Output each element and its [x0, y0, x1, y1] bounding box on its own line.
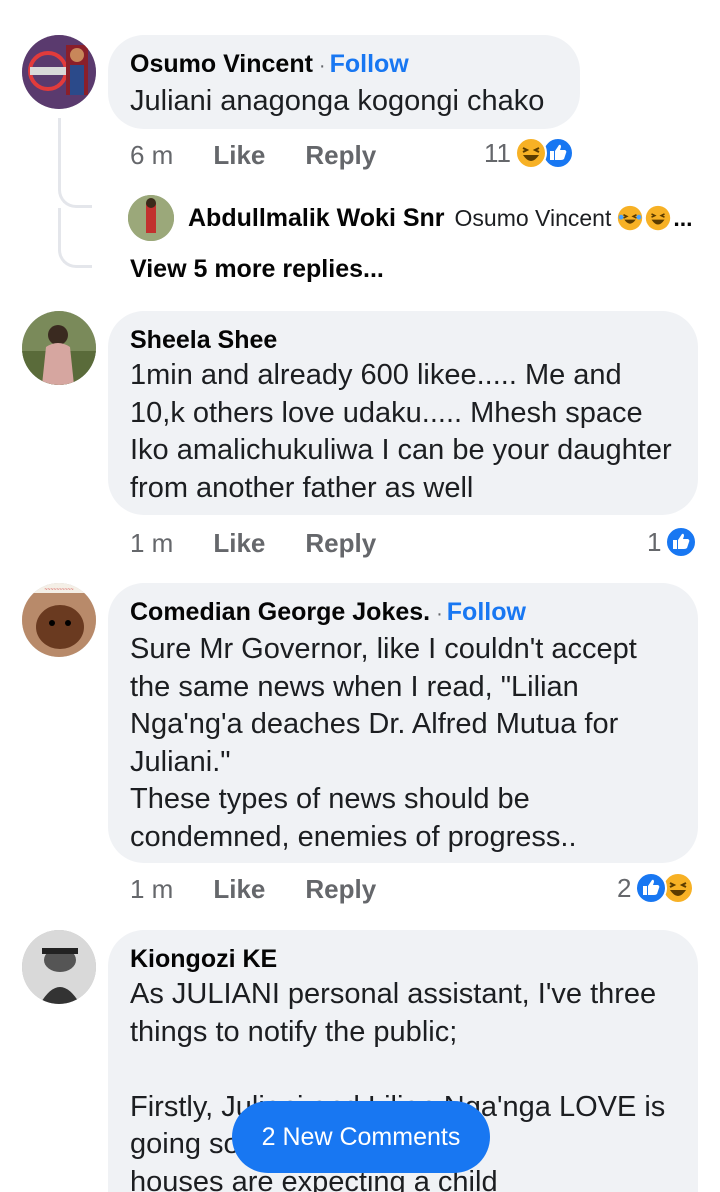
- thread-line: [58, 118, 61, 188]
- haha-icon: [515, 137, 547, 169]
- thread-connector: [58, 186, 92, 208]
- avatar[interactable]: [22, 930, 96, 1004]
- view-more-replies-link[interactable]: View 5 more replies...: [130, 255, 384, 284]
- comment-actions: 6 m Like Reply: [130, 140, 416, 171]
- reaction-count: 1: [647, 526, 662, 557]
- comment-author-line: Osumo Vincent · Follow: [130, 47, 558, 83]
- thread-connector: [58, 246, 92, 268]
- comment-author-line: Comedian George Jokes. · Follow: [130, 595, 676, 631]
- comment-time[interactable]: 1 m: [130, 874, 173, 905]
- comment-time[interactable]: 6 m: [130, 140, 173, 171]
- reply-button[interactable]: Reply: [305, 874, 376, 905]
- reply-button[interactable]: Reply: [305, 528, 376, 559]
- reaction-summary[interactable]: 2: [617, 872, 695, 904]
- avatar[interactable]: [22, 311, 96, 385]
- reaction-count: 2: [617, 872, 632, 903]
- reply-author: Abdullmalik Woki Snr: [188, 203, 445, 232]
- new-comments-button[interactable]: 2 New Comments: [232, 1101, 490, 1173]
- reply-ellipsis: ...: [673, 204, 693, 231]
- reaction-count: 11: [484, 137, 511, 168]
- comment-text: Juliani anagonga kogongi chako: [130, 85, 545, 117]
- reaction-summary[interactable]: 1: [647, 526, 698, 558]
- like-button[interactable]: Like: [213, 874, 265, 905]
- svg-text:~~~~~~~~~~: ~~~~~~~~~~: [44, 587, 73, 593]
- comment-author[interactable]: Sheela Shee: [130, 323, 676, 357]
- comment-bubble: Osumo Vincent · Follow Juliani anagonga ko…: [108, 35, 580, 129]
- follow-button[interactable]: Follow: [447, 598, 526, 626]
- comment-actions: 1 m Like Reply: [130, 874, 416, 905]
- reply-button[interactable]: Reply: [305, 140, 376, 171]
- comment-bubble: Sheela Shee 1min and already 600 likee..…: [108, 311, 698, 515]
- follow-button[interactable]: Follow: [330, 50, 409, 78]
- reply-avatar[interactable]: [128, 195, 174, 241]
- laugh-tears-icon: [617, 205, 643, 231]
- haha-icon: [645, 205, 671, 231]
- comment-text: 1min and already 600 likee..... Me and 1…: [130, 359, 672, 504]
- comment-time[interactable]: 1 m: [130, 528, 173, 559]
- reply-text: Osumo Vincent: [454, 204, 612, 231]
- comment-actions: 1 m Like Reply: [130, 528, 416, 559]
- reply-preview[interactable]: Abdullmalik Woki Snr Osumo Vincent ...: [128, 195, 693, 241]
- avatar[interactable]: [22, 35, 96, 109]
- comment-author[interactable]: Comedian George Jokes.: [130, 598, 430, 626]
- follow-separator: ·: [318, 55, 326, 77]
- like-button[interactable]: Like: [213, 528, 265, 559]
- avatar[interactable]: ~~~~~~~~~~: [22, 583, 96, 657]
- comment-author[interactable]: Kiongozi KE: [130, 942, 676, 976]
- thread-line: [58, 208, 61, 248]
- follow-separator: ·: [436, 603, 443, 625]
- like-button[interactable]: Like: [213, 140, 265, 171]
- like-icon: [635, 872, 668, 904]
- like-icon: [665, 526, 698, 558]
- comment-author[interactable]: Osumo Vincent: [130, 50, 313, 78]
- reaction-summary[interactable]: 11: [484, 137, 574, 169]
- comment-bubble: Comedian George Jokes. · Follow Sure Mr Go…: [108, 583, 698, 863]
- comment-text: Sure Mr Governor, like I couldn't accept…: [130, 633, 637, 853]
